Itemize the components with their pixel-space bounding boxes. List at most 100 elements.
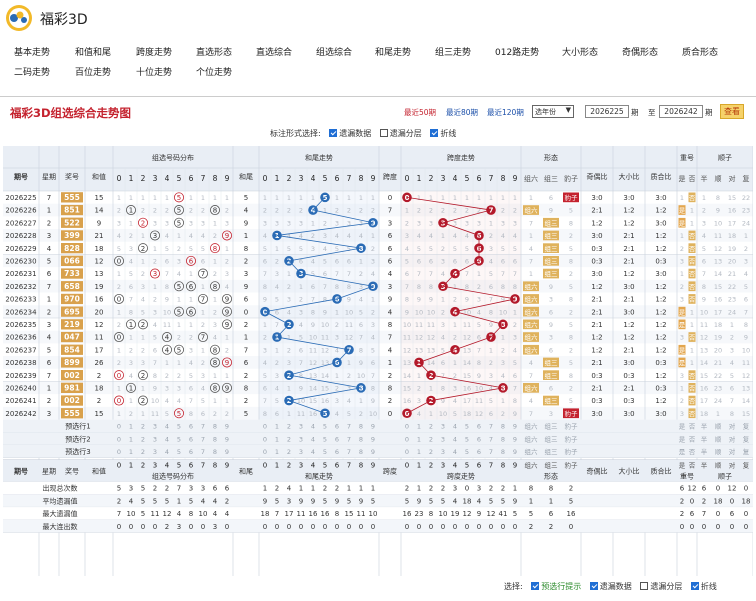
bottom-big-small-header: 大小比 bbox=[619, 467, 640, 476]
omission-checkbox[interactable] bbox=[329, 129, 338, 137]
preview-checkbox[interactable] bbox=[531, 582, 540, 590]
nav-item-10[interactable]: 奇偶形态 bbox=[622, 45, 658, 58]
repeat-omission: 1 bbox=[680, 232, 684, 240]
bottom-shun-header: 顺 bbox=[715, 462, 722, 470]
nav-item-8[interactable]: 012路走势 bbox=[495, 45, 539, 58]
repeat-badge-label: 否 bbox=[689, 194, 696, 202]
preview-no: 否 bbox=[689, 435, 696, 443]
stats-tail-value: 9 bbox=[263, 497, 267, 505]
nav-item-1[interactable]: 和值和尾 bbox=[75, 45, 111, 58]
dist-header: 组选号码分布 bbox=[152, 153, 194, 162]
from-period-input[interactable]: 2026225 bbox=[585, 105, 629, 118]
bottom-dist-digit: 8 bbox=[213, 462, 217, 470]
span-omission: 1 bbox=[477, 194, 481, 202]
order-omission: 17 bbox=[700, 397, 708, 405]
dist-hit-digit: 5 bbox=[177, 219, 181, 227]
bottom-span-digit: 1 bbox=[417, 462, 421, 470]
span-omission: 4 bbox=[477, 308, 481, 316]
stats-right-value: 0 bbox=[716, 485, 720, 493]
span-omission: 5 bbox=[453, 245, 457, 253]
stats-tail-value: 18 bbox=[261, 510, 270, 518]
sum-cell: 21 bbox=[95, 232, 104, 240]
nav-item-5[interactable]: 组选综合 bbox=[316, 45, 352, 58]
nav-item-0[interactable]: 基本走势 bbox=[14, 45, 50, 58]
order-omission: 14 bbox=[714, 270, 722, 278]
span-omission: 3 bbox=[417, 219, 421, 227]
period-label: 期 bbox=[631, 108, 639, 117]
stats-dist-value: 0 bbox=[141, 523, 145, 531]
order-omission: 12 bbox=[700, 334, 708, 342]
form-badge-label: 豹子 bbox=[565, 409, 579, 418]
stats-span-value: 8 bbox=[429, 510, 433, 518]
stats-tail-value: 11 bbox=[297, 510, 306, 518]
tail-cell: 1 bbox=[244, 334, 248, 342]
dist-omission: 1 bbox=[177, 296, 181, 304]
stats-span-value: 0 bbox=[405, 523, 409, 531]
order-omission: 11 bbox=[700, 321, 708, 329]
prime-comp-cell: 0:3 bbox=[655, 359, 666, 367]
order-omission: 2 bbox=[730, 334, 734, 342]
order-omission: 9 bbox=[702, 296, 706, 304]
span-omission: 7 bbox=[429, 270, 433, 278]
query-button[interactable]: 查看 bbox=[720, 104, 744, 119]
odd-even-cell: 0:3 bbox=[591, 245, 602, 253]
bottom-span-header: 跨度 bbox=[383, 467, 397, 476]
preview-form: 组六 bbox=[525, 422, 539, 431]
year-select[interactable]: 选年份 ▼ bbox=[532, 105, 574, 118]
star-cell: 2 bbox=[47, 397, 51, 405]
footer-layer-checkbox[interactable] bbox=[640, 582, 649, 590]
dist-omission: 1 bbox=[213, 258, 217, 266]
dist-omission: 7 bbox=[165, 270, 169, 278]
nav-item-4[interactable]: 直选综合 bbox=[256, 45, 292, 58]
award-cell: 695 bbox=[64, 307, 80, 316]
tail-omission: 8 bbox=[311, 308, 315, 316]
sum-cell: 2 bbox=[97, 372, 101, 380]
bottom-repeat-header: 重号 bbox=[680, 473, 694, 481]
dist-omission: 2 bbox=[141, 346, 145, 354]
preview-form: 组三 bbox=[545, 434, 559, 443]
bottom-span-digit: 3 bbox=[441, 462, 445, 470]
to-period-input[interactable]: 2026242 bbox=[659, 105, 703, 118]
recent-80-link[interactable]: 最近80期 bbox=[446, 107, 478, 118]
nav-item-9[interactable]: 大小形态 bbox=[562, 45, 598, 58]
dist-omission: 1 bbox=[177, 359, 181, 367]
nav-item-2[interactable]: 跨度走势 bbox=[136, 45, 172, 58]
line-checkbox[interactable] bbox=[430, 129, 439, 137]
preview-digit: 7 bbox=[489, 435, 493, 443]
stats-tail-value: 5 bbox=[371, 497, 375, 505]
repeat-badge-label: 否 bbox=[689, 245, 696, 253]
footer-line-checkbox[interactable] bbox=[690, 582, 699, 590]
nav-item-6[interactable]: 和尾走势 bbox=[375, 45, 411, 58]
layer-checkbox[interactable] bbox=[379, 129, 388, 137]
nav-item-11[interactable]: 质合形态 bbox=[682, 45, 718, 58]
period-cell: 2026234 bbox=[5, 308, 37, 316]
order-omission: 3 bbox=[744, 258, 748, 266]
form-omission: 6 bbox=[549, 346, 553, 354]
preview-digit: 3 bbox=[299, 435, 303, 443]
nav-item-3[interactable]: 直选形态 bbox=[196, 45, 232, 58]
stats-tail-value: 5 bbox=[323, 497, 327, 505]
dist-omission: 3 bbox=[117, 219, 121, 227]
stats-tail-value: 1 bbox=[359, 485, 363, 493]
prime-comp-cell: 3:0 bbox=[655, 219, 666, 227]
nav-item-14[interactable]: 十位走势 bbox=[136, 65, 172, 78]
dist-omission: 2 bbox=[201, 359, 205, 367]
order-omission: 18 bbox=[728, 232, 736, 240]
preview-digit: 1 bbox=[129, 448, 133, 456]
preview-digit: 2 bbox=[287, 423, 291, 431]
stats-span-value: 2 bbox=[405, 485, 409, 493]
bottom-tail-digit: 7 bbox=[347, 462, 351, 470]
nav-item-7[interactable]: 组三走势 bbox=[435, 45, 471, 58]
dist-omission: 3 bbox=[225, 219, 229, 227]
nav-item-15[interactable]: 个位走势 bbox=[196, 65, 232, 78]
stats-dist-value: 6 bbox=[213, 485, 218, 493]
recent-50-link[interactable]: 最近50期 bbox=[404, 107, 436, 118]
span-omission: 1 bbox=[501, 194, 505, 202]
dist-omission: 1 bbox=[117, 410, 121, 418]
recent-120-link[interactable]: 最近120期 bbox=[487, 107, 524, 118]
span-ball-digit: 1 bbox=[417, 359, 422, 367]
nav-item-13[interactable]: 百位走势 bbox=[75, 65, 111, 78]
nav-item-12[interactable]: 二码走势 bbox=[14, 65, 50, 78]
footer-omission-checkbox[interactable] bbox=[589, 582, 598, 590]
star-cell: 3 bbox=[47, 410, 51, 418]
